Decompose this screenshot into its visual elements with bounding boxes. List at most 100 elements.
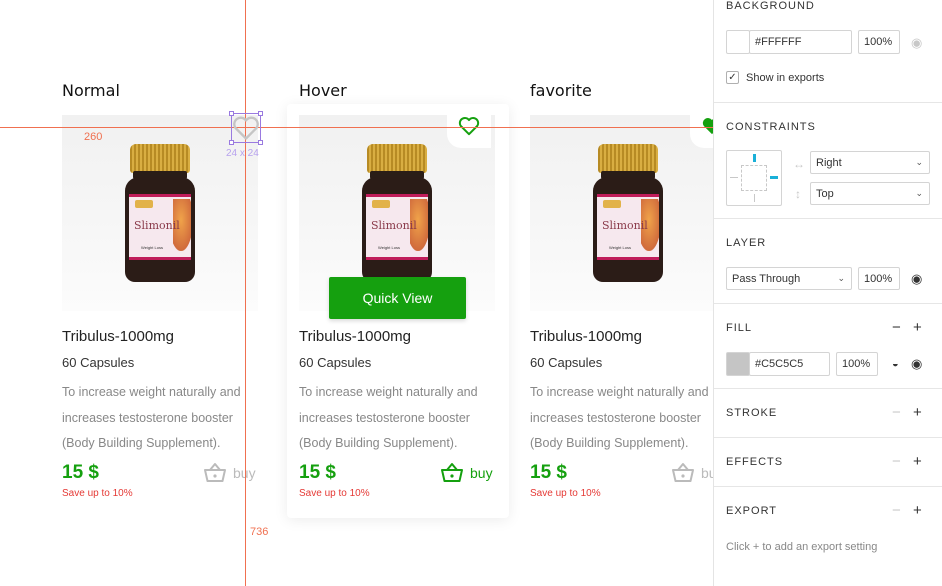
- horizontal-constraint-value: Right: [816, 156, 842, 169]
- quick-view-button[interactable]: Quick View: [329, 277, 466, 319]
- resize-handle[interactable]: [229, 111, 234, 116]
- section-title: CONSTRAINTS: [726, 121, 816, 133]
- selected-heart-layer[interactable]: [229, 111, 263, 145]
- product-description: To increase weight naturally and increas…: [62, 380, 262, 457]
- description-line: (Body Building Supplement).: [299, 436, 458, 450]
- buy-label: buy: [470, 465, 493, 481]
- basket-icon: [441, 463, 463, 482]
- buy-button[interactable]: buy: [440, 462, 493, 484]
- background-opacity-field[interactable]: 100%: [858, 30, 900, 54]
- description-line: increases testosterone booster: [62, 410, 233, 425]
- description-line: To increase weight naturally and: [62, 385, 241, 399]
- minus-icon: −: [892, 453, 901, 470]
- background-section: BACKGROUND #FFFFFF 100% ◉ ✓ Show in expo…: [714, 0, 942, 103]
- resize-handle[interactable]: [258, 140, 263, 145]
- section-title: STROKE: [726, 407, 778, 419]
- selection-size-label: 24 x 24: [226, 148, 259, 159]
- product-image: Slimonil Weight Loss: [530, 115, 713, 311]
- description-line: increases testosterone booster: [530, 410, 701, 425]
- blend-mode-select[interactable]: Pass Through ⌄: [726, 267, 852, 290]
- fill-opacity-field[interactable]: 100%: [836, 352, 878, 376]
- resize-handle[interactable]: [258, 111, 263, 116]
- bottle-sub-text: Weight Loss: [609, 245, 631, 250]
- plus-icon[interactable]: +: [913, 405, 922, 420]
- buy-label: buy: [701, 465, 713, 481]
- basket-icon: [672, 463, 694, 482]
- section-title: LAYER: [726, 237, 767, 249]
- plus-icon[interactable]: +: [913, 454, 922, 469]
- minus-icon[interactable]: −: [892, 320, 901, 335]
- horizontal-constraint-select[interactable]: Right ⌄: [810, 151, 930, 174]
- horizontal-arrows-icon: ↔: [793, 157, 805, 171]
- product-name: Tribulus-1000mg: [62, 328, 174, 345]
- favorite-badge[interactable]: [690, 104, 713, 148]
- show-in-exports-checkbox[interactable]: ✓: [726, 71, 739, 84]
- section-title: EFFECTS: [726, 456, 784, 468]
- bottle-label-text: Slimonil: [602, 219, 648, 232]
- bottle-sub-text: Weight Loss: [378, 245, 400, 250]
- background-color-swatch[interactable]: [726, 30, 750, 54]
- column-title-favorite: favorite: [530, 81, 592, 100]
- product-capsules: 60 Capsules: [530, 355, 603, 370]
- vertical-constraint-select[interactable]: Top ⌄: [810, 182, 930, 205]
- fill-color-swatch[interactable]: [726, 352, 750, 376]
- product-card-normal[interactable]: Slimonil Weight Loss Tribulus-1000mg 60 …: [62, 104, 284, 518]
- save-text: Save up to 10%: [530, 488, 601, 499]
- bottle-sub-text: Weight Loss: [141, 245, 163, 250]
- product-price: 15 $: [299, 462, 336, 483]
- blend-drop-icon[interactable]: ◒: [892, 357, 899, 372]
- minus-icon: −: [892, 502, 901, 519]
- measure-horizontal: 260: [84, 131, 103, 143]
- favorite-badge[interactable]: [447, 104, 491, 148]
- section-title: FILL: [726, 322, 753, 334]
- heart-filled-icon: [702, 118, 713, 135]
- fill-hex-field[interactable]: #C5C5C5: [749, 352, 830, 376]
- description-line: (Body Building Supplement).: [530, 436, 689, 450]
- eye-icon[interactable]: ◉: [911, 271, 922, 286]
- product-price: 15 $: [530, 462, 567, 483]
- column-title-normal: Normal: [62, 81, 120, 100]
- layer-opacity-field[interactable]: 100%: [858, 267, 900, 290]
- constraints-widget[interactable]: [726, 150, 782, 206]
- export-section: EXPORT − + Click + to add an export sett…: [714, 487, 942, 586]
- fill-section: FILL − + #C5C5C5 100% ◒ ◉: [714, 304, 942, 389]
- buy-button[interactable]: buy: [671, 462, 713, 484]
- product-card-hover[interactable]: Slimonil Weight Loss Quick View Tribulus…: [287, 104, 509, 518]
- chevron-down-icon: ⌄: [915, 188, 923, 198]
- description-line: (Body Building Supplement).: [62, 436, 221, 450]
- supplement-bottle: Slimonil Weight Loss: [593, 144, 663, 284]
- horizontal-guide: [0, 127, 713, 128]
- bottle-label-text: Slimonil: [134, 219, 180, 232]
- product-description: To increase weight naturally and increas…: [299, 380, 499, 457]
- plus-icon[interactable]: +: [913, 320, 922, 335]
- eye-icon[interactable]: ◉: [911, 35, 922, 50]
- section-title: EXPORT: [726, 505, 778, 517]
- plus-icon[interactable]: +: [913, 503, 922, 518]
- product-card-favorite[interactable]: Slimonil Weight Loss Tribulus-1000mg 60 …: [530, 104, 713, 518]
- background-hex-field[interactable]: #FFFFFF: [749, 30, 852, 54]
- vertical-constraint-value: Top: [816, 187, 834, 200]
- heart-outline-icon: [233, 116, 259, 140]
- effects-section: EFFECTS − +: [714, 438, 942, 487]
- measure-vertical: 736: [250, 526, 269, 538]
- vertical-arrows-icon: ↕: [795, 187, 801, 201]
- product-description: To increase weight naturally and increas…: [530, 380, 713, 457]
- product-price: 15 $: [62, 462, 99, 483]
- buy-button[interactable]: buy: [203, 462, 256, 484]
- supplement-bottle: Slimonil Weight Loss: [125, 144, 195, 284]
- basket-icon: [204, 463, 226, 482]
- design-canvas[interactable]: Normal Hover favorite Slimonil Weight Lo…: [0, 0, 713, 586]
- section-title: BACKGROUND: [726, 0, 815, 12]
- resize-handle[interactable]: [229, 140, 234, 145]
- vertical-guide: [245, 0, 246, 586]
- eye-icon[interactable]: ◉: [911, 356, 922, 371]
- column-title-hover: Hover: [299, 81, 347, 100]
- minus-icon: −: [892, 404, 901, 421]
- supplement-bottle: Slimonil Weight Loss: [362, 144, 432, 284]
- constraints-section: CONSTRAINTS ↔ Right ⌄ ↕ Top ⌄: [714, 103, 942, 219]
- description-line: To increase weight naturally and: [530, 385, 709, 399]
- export-hint: Click + to add an export setting: [726, 541, 878, 553]
- chevron-down-icon: ⌄: [837, 273, 845, 283]
- stroke-section: STROKE − +: [714, 389, 942, 438]
- bottle-label-text: Slimonil: [371, 219, 417, 232]
